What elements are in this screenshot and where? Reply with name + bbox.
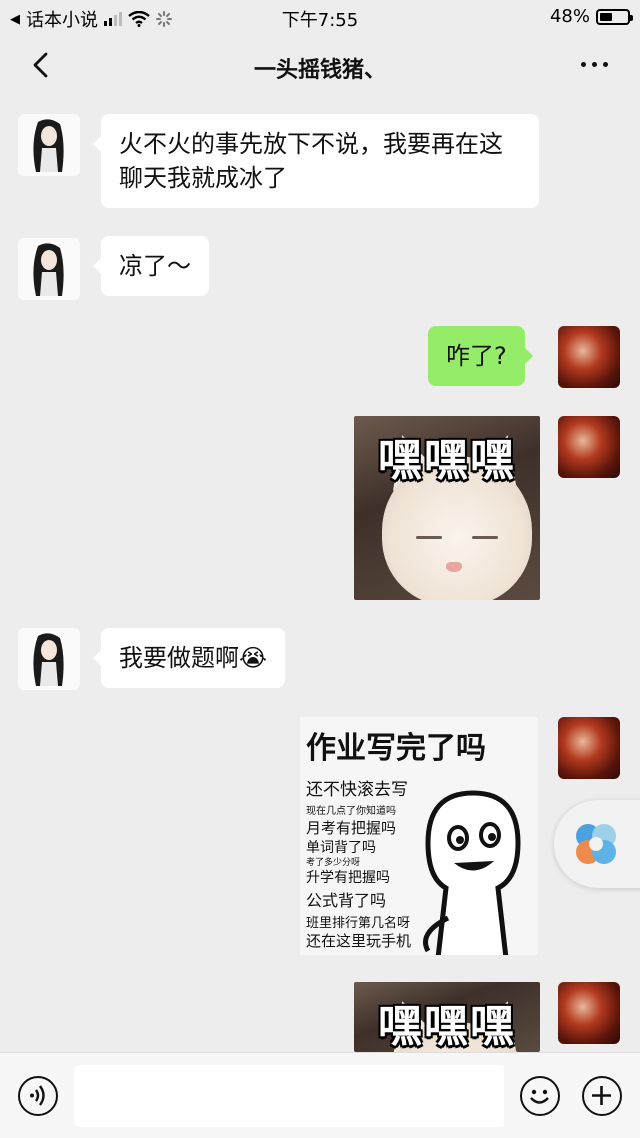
more-dots-icon[interactable]: [581, 62, 608, 67]
sticker-line: 单词背了吗: [306, 840, 376, 856]
sticker-line: 月考有把握吗: [306, 819, 397, 837]
status-bar: ◀ 话本小说 下午7:55 48%: [0, 0, 640, 32]
message-bubble[interactable]: 我要做题啊😭: [92, 628, 286, 688]
contact-avatar[interactable]: [18, 628, 80, 690]
crying-emoji-icon: 😭: [239, 644, 268, 672]
my-avatar[interactable]: [558, 982, 620, 1044]
chat-title: 一头摇钱猪、: [253, 58, 386, 83]
message-bubble[interactable]: 咋了?: [428, 326, 533, 386]
sticker-line: 升学有把握吗: [306, 870, 390, 886]
sticker-caption: 作业写完了吗: [306, 731, 486, 766]
plus-icon[interactable]: [582, 1076, 622, 1116]
chat-header: 一头摇钱猪、: [0, 32, 640, 98]
contact-avatar[interactable]: [18, 238, 80, 300]
battery-icon: [596, 8, 633, 25]
input-toolbar: [0, 1052, 640, 1138]
my-avatar[interactable]: [558, 717, 620, 779]
my-avatar[interactable]: [558, 416, 620, 478]
sticker-caption: 嘿嘿嘿: [378, 1001, 516, 1052]
clock: 下午7:55: [281, 10, 359, 31]
sticker-line: 公式背了吗: [306, 891, 387, 910]
emoji-icon[interactable]: [520, 1076, 560, 1116]
message-bubble[interactable]: 火不火的事先放下不说，我要再在这聊天我就成冰了: [93, 114, 539, 208]
cartoon-figure-icon: [423, 790, 521, 955]
message-input[interactable]: [74, 1065, 504, 1127]
sticker-image[interactable]: 嘿嘿嘿: [354, 416, 540, 600]
contact-avatar[interactable]: [18, 114, 80, 176]
message-text: 我要做题啊: [119, 644, 239, 672]
sticker-caption: 嘿嘿嘿: [378, 435, 516, 486]
floating-assistant-icon[interactable]: [554, 800, 640, 888]
battery-percent: 48%: [549, 6, 590, 27]
sticker-image[interactable]: 作业写完了吗 还不快滚去写 现在几点了你知道吗 月考有把握吗 单词背了吗 考了多…: [300, 717, 538, 955]
message-bubble[interactable]: 凉了～: [93, 236, 209, 296]
my-avatar[interactable]: [558, 326, 620, 388]
sticker-line: 现在几点了你知道吗: [306, 806, 396, 817]
sticker-image[interactable]: 嘿嘿嘿: [354, 982, 540, 1052]
voice-icon[interactable]: [18, 1076, 58, 1116]
